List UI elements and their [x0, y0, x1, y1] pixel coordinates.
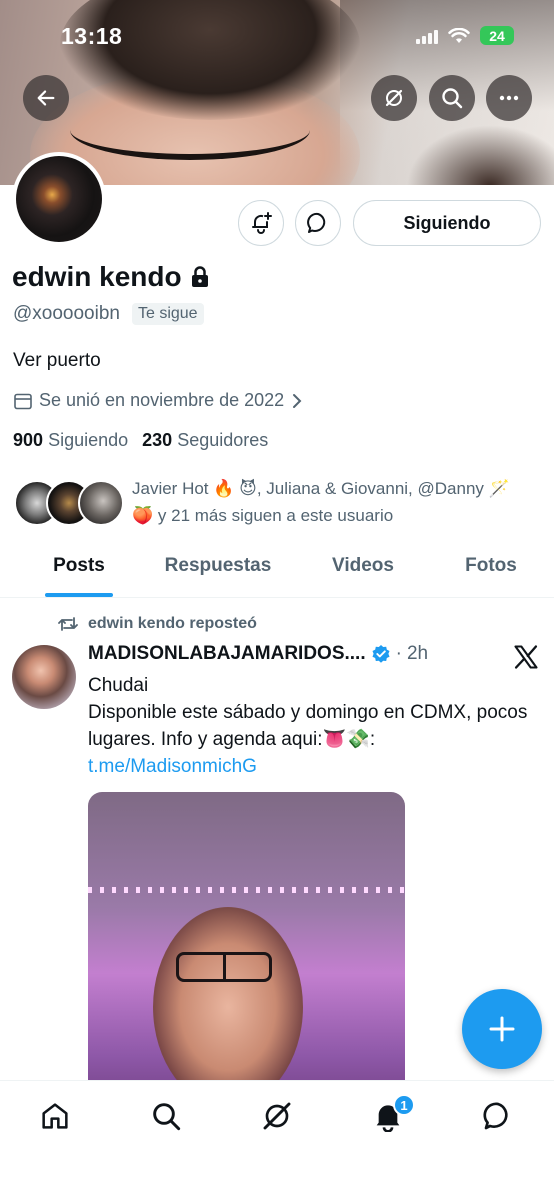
home-icon — [42, 1103, 68, 1129]
following-count: 900 — [13, 430, 44, 450]
joined-date[interactable]: Se unió en noviembre de 2022 — [13, 390, 304, 411]
grok-button[interactable] — [371, 75, 417, 121]
nav-home[interactable] — [38, 1099, 72, 1133]
bell-plus-icon — [252, 212, 272, 234]
followers-you-know-text: Javier Hot 🔥 😈, Juliana & Giovanni, @Dan… — [132, 479, 510, 525]
more-icon — [499, 95, 519, 101]
compose-button[interactable] — [462, 989, 542, 1069]
battery-icon: 24 — [480, 26, 514, 45]
avatar-image — [16, 156, 102, 242]
followers-you-know[interactable]: Javier Hot 🔥 😈, Juliana & Giovanni, @Dan… — [14, 475, 532, 529]
tab-respuestas[interactable]: Respuestas — [158, 545, 278, 597]
post-title: Chudai — [88, 675, 149, 696]
profile-tabs: Posts Respuestas Videos Fotos — [0, 545, 554, 598]
calendar-icon — [14, 393, 32, 409]
post-link[interactable]: t.me/MadisonmichG — [88, 756, 257, 777]
tab-fotos[interactable]: Fotos — [448, 545, 534, 597]
post-time: 2h — [406, 643, 429, 664]
media-lights — [88, 887, 405, 893]
followers-count: 230 — [142, 430, 173, 450]
post-author[interactable]: MADISONLABAJAMARIDOS.... — [88, 643, 366, 665]
post-video[interactable] — [88, 792, 405, 1122]
notify-button[interactable] — [238, 200, 284, 246]
profile-handle: @xoooooibn — [13, 303, 120, 324]
status-time: 13:18 — [61, 23, 123, 49]
media-glasses — [176, 952, 272, 982]
status-icons: 24 — [416, 26, 514, 45]
repost-label: edwin kendo reposteó — [88, 615, 257, 632]
post-author-avatar[interactable] — [12, 645, 76, 709]
message-icon — [307, 212, 326, 233]
follower-avatar — [78, 480, 124, 526]
joined-text: Se unió en noviembre de 2022 — [39, 390, 285, 410]
follow-counts: 900 Siguiendo 230 Seguidores — [13, 430, 268, 451]
repost-indicator: edwin kendo reposteó — [58, 615, 257, 633]
search-button[interactable] — [429, 75, 475, 121]
profile-name: edwin kendo — [12, 261, 210, 293]
tab-videos[interactable]: Videos — [278, 545, 448, 597]
media-person — [153, 907, 303, 1107]
back-button[interactable] — [23, 75, 69, 121]
following-label: Siguiendo — [48, 430, 129, 450]
handle-row: @xoooooibn Te sigue — [13, 303, 204, 325]
profile-bio: Ver puerto — [13, 350, 101, 371]
plus-icon — [489, 1016, 515, 1042]
profile-name-text: edwin kendo — [12, 261, 182, 292]
post-header: MADISONLABAJAMARIDOS.... · 2h — [88, 643, 428, 665]
search-icon — [442, 88, 463, 109]
grok-icon — [385, 89, 403, 107]
nav-search[interactable] — [149, 1099, 183, 1133]
repost-icon — [58, 617, 78, 631]
banner-strap — [70, 100, 310, 160]
follows-you-badge: Te sigue — [131, 303, 204, 325]
post-text: Chudai Disponible este sábado y domingo … — [88, 672, 538, 780]
more-button[interactable] — [486, 75, 532, 121]
nav-messages[interactable] — [481, 1099, 515, 1133]
chevron-right-icon — [293, 393, 302, 408]
x-logo-icon — [514, 645, 538, 669]
search-icon — [153, 1103, 181, 1131]
wifi-icon — [448, 27, 470, 43]
followers-count-link[interactable]: 230 Seguidores — [142, 430, 268, 451]
bottom-nav: 1 — [0, 1080, 554, 1199]
message-button[interactable] — [295, 200, 341, 246]
following-count-link[interactable]: 900 Siguiendo — [13, 430, 128, 451]
verified-icon — [372, 645, 390, 663]
lock-icon — [191, 266, 208, 287]
arrow-left-icon — [37, 90, 55, 106]
profile-avatar[interactable] — [12, 152, 106, 246]
grok-icon — [263, 1102, 291, 1130]
battery-level: 24 — [489, 27, 505, 44]
signal-icon — [416, 28, 438, 44]
message-icon — [483, 1102, 508, 1130]
post-body: Disponible este sábado y domingo en CDMX… — [88, 699, 538, 780]
following-button[interactable]: Siguiendo — [353, 200, 541, 246]
notifications-badge: 1 — [393, 1094, 415, 1116]
nav-grok[interactable] — [260, 1099, 294, 1133]
post-body-text: Disponible este sábado y domingo en CDMX… — [88, 702, 528, 750]
followers-avatars — [14, 480, 124, 528]
tab-posts[interactable]: Posts — [0, 545, 158, 597]
followers-label: Seguidores — [177, 430, 269, 450]
post-separator: · — [395, 643, 402, 664]
